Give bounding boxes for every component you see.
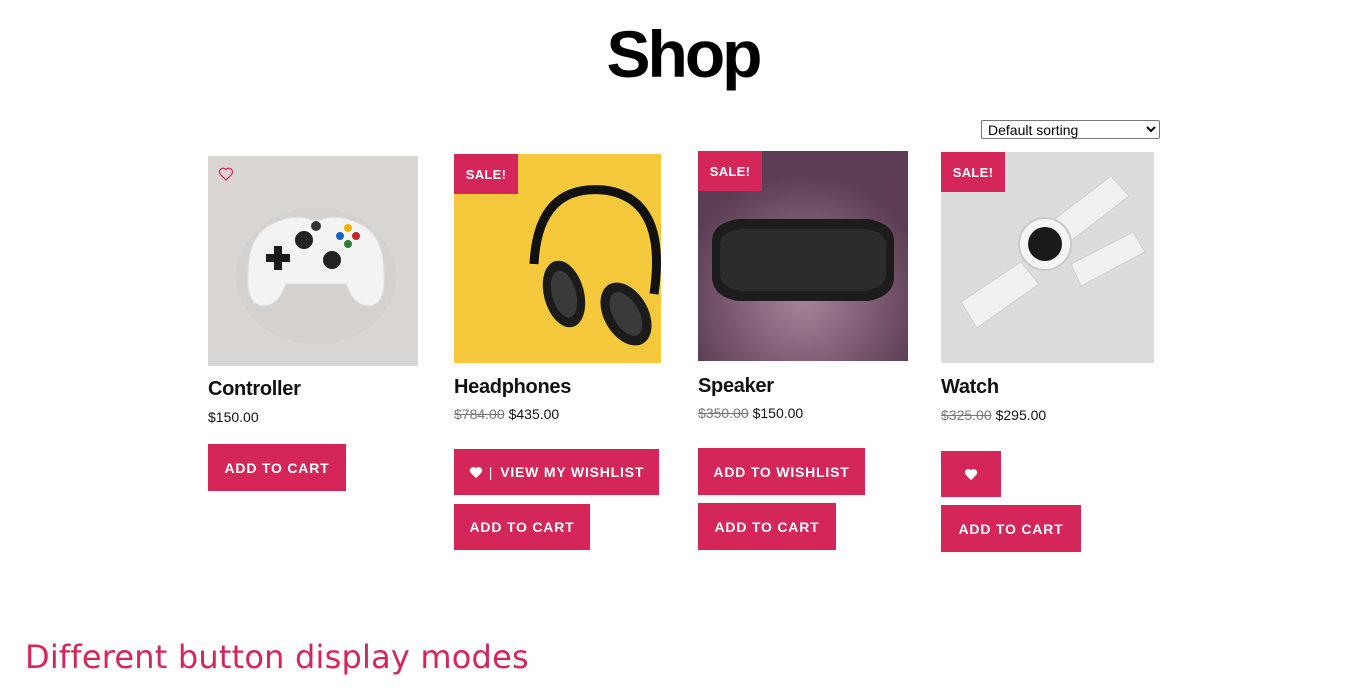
add-to-wishlist-button[interactable]: ADD TO WISHLIST xyxy=(698,448,865,495)
sale-badge: SALE! xyxy=(454,154,518,194)
add-to-cart-button[interactable]: ADD TO CART xyxy=(698,503,836,550)
add-to-cart-button[interactable]: ADD TO CART xyxy=(941,505,1081,552)
product-image-headphones[interactable]: SALE! xyxy=(454,154,661,363)
product-image-controller[interactable] xyxy=(208,156,418,366)
heart-icon xyxy=(469,466,483,479)
product-title[interactable]: Watch xyxy=(941,376,999,399)
caption-text: Different button display modes xyxy=(25,638,529,676)
current-price: $295.00 xyxy=(995,407,1047,423)
product-price: $325.00 $295.00 xyxy=(941,407,1046,423)
product-title[interactable]: Speaker xyxy=(698,375,774,398)
product-card-controller: Controller $150.00 ADD TO CART xyxy=(208,156,418,496)
product-title[interactable]: Controller xyxy=(208,378,301,401)
product-image-watch[interactable]: SALE! xyxy=(941,152,1154,363)
product-price: $784.00 $435.00 xyxy=(454,406,559,422)
product-card-speaker: SALE! Speaker $350.00 $150.00 ADD TO WISH… xyxy=(698,151,908,551)
product-price: $150.00 xyxy=(208,409,259,425)
add-to-cart-button[interactable]: ADD TO CART xyxy=(208,444,346,491)
old-price: $325.00 xyxy=(941,407,992,423)
add-to-cart-button[interactable]: ADD TO CART xyxy=(454,504,590,550)
add-to-wishlist-icon-button[interactable] xyxy=(941,451,1001,497)
old-price: $784.00 xyxy=(454,406,505,422)
view-wishlist-button[interactable]: | VIEW MY WISHLIST xyxy=(454,449,659,495)
current-price: $150.00 xyxy=(752,405,804,421)
sort-select[interactable]: Default sorting xyxy=(981,120,1160,139)
old-price: $350.00 xyxy=(698,405,749,421)
current-price: $150.00 xyxy=(208,409,259,425)
product-title[interactable]: Headphones xyxy=(454,376,571,399)
wishlist-heart-outline-icon[interactable] xyxy=(218,166,234,182)
product-card-headphones: SALE! Headphones $784.00 $435.00 | VIEW M… xyxy=(454,154,664,554)
sale-badge: SALE! xyxy=(941,152,1005,192)
product-image-speaker[interactable]: SALE! xyxy=(698,151,908,361)
heart-icon xyxy=(964,468,978,481)
sale-badge: SALE! xyxy=(698,151,762,191)
view-wishlist-label: VIEW MY WISHLIST xyxy=(500,464,645,480)
product-price: $350.00 $150.00 xyxy=(698,405,803,421)
current-price: $435.00 xyxy=(508,406,560,422)
page-title: Shop xyxy=(606,17,763,91)
product-card-watch: SALE! Watch $325.00 $295.00 ADD TO CART xyxy=(941,152,1154,562)
button-divider: | xyxy=(488,464,494,480)
